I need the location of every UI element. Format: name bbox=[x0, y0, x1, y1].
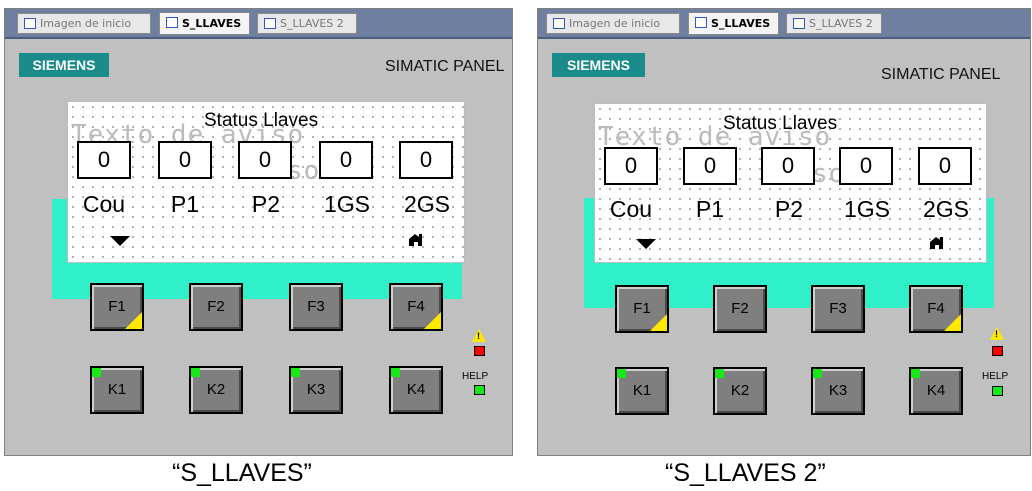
hmi-window-s-llaves: Imagen de inicio S_LLAVES S_LLAVES 2 SIE… bbox=[4, 8, 513, 456]
f1-button[interactable]: F1 bbox=[90, 283, 144, 331]
k1-button[interactable]: K1 bbox=[615, 367, 669, 415]
f3-button[interactable]: F3 bbox=[289, 283, 343, 331]
led-indicator bbox=[911, 369, 920, 378]
key-label-1gs: 1GS bbox=[323, 191, 371, 217]
triangle-down-icon[interactable] bbox=[636, 239, 656, 249]
key-label-p1: P1 bbox=[695, 196, 725, 222]
key-label-cou: Cou bbox=[609, 196, 653, 222]
key-value-p2: 0 bbox=[238, 141, 292, 179]
screen-icon bbox=[264, 18, 276, 29]
led-indicator bbox=[191, 368, 200, 377]
k3-button[interactable]: K3 bbox=[289, 366, 343, 414]
key-label-p2: P2 bbox=[774, 196, 804, 222]
led-indicator bbox=[291, 368, 300, 377]
f3-button[interactable]: F3 bbox=[811, 285, 865, 333]
led-indicator bbox=[391, 368, 400, 377]
triangle-down-icon[interactable] bbox=[110, 236, 130, 246]
help-label: HELP bbox=[982, 371, 1009, 382]
help-label: HELP bbox=[462, 371, 489, 382]
tab-bar: Imagen de inicio S_LLAVES S_LLAVES 2 bbox=[5, 9, 512, 39]
corner-marker bbox=[650, 314, 667, 331]
led-indicator bbox=[617, 369, 626, 378]
screen-icon bbox=[695, 17, 707, 28]
key-value-cou: 0 bbox=[604, 147, 658, 185]
k4-button[interactable]: K4 bbox=[909, 367, 963, 415]
key-label-2gs: 2GS bbox=[922, 196, 970, 222]
k3-button[interactable]: K3 bbox=[811, 367, 865, 415]
tab-s-llaves-2[interactable]: S_LLAVES 2 bbox=[257, 13, 357, 34]
screen-icon bbox=[793, 18, 805, 29]
f1-button[interactable]: F1 bbox=[615, 285, 669, 333]
key-label-1gs: 1GS bbox=[843, 196, 891, 222]
house-icon[interactable] bbox=[408, 233, 424, 247]
key-value-p2: 0 bbox=[761, 147, 815, 185]
key-label-cou: Cou bbox=[82, 191, 126, 217]
screen-icon bbox=[553, 18, 565, 29]
caption-left: “S_LLAVES” bbox=[172, 459, 312, 487]
key-label-2gs: 2GS bbox=[403, 191, 451, 217]
help-led[interactable] bbox=[474, 385, 485, 395]
hmi-window-s-llaves-2: Imagen de inicio S_LLAVES S_LLAVES 2 SIE… bbox=[537, 8, 1031, 456]
corner-marker bbox=[944, 314, 961, 331]
tab-bar: Imagen de inicio S_LLAVES S_LLAVES 2 bbox=[538, 9, 1030, 39]
f4-button[interactable]: F4 bbox=[389, 283, 443, 331]
caption-right: “S_LLAVES 2” bbox=[665, 459, 826, 487]
key-value-2gs: 0 bbox=[918, 147, 972, 185]
led-indicator bbox=[715, 369, 724, 378]
tab-s-llaves[interactable]: S_LLAVES bbox=[688, 12, 779, 35]
key-label-p1: P1 bbox=[170, 191, 200, 217]
screen-title: Status Llaves bbox=[204, 110, 319, 131]
help-led[interactable] bbox=[992, 386, 1003, 396]
key-value-p1: 0 bbox=[683, 147, 737, 185]
led-indicator bbox=[813, 369, 822, 378]
siemens-logo: SIEMENS bbox=[552, 53, 645, 77]
k2-button[interactable]: K2 bbox=[713, 367, 767, 415]
screen-icon bbox=[24, 18, 36, 29]
key-value-1gs: 0 bbox=[839, 147, 893, 185]
led-indicator bbox=[92, 368, 101, 377]
screen-title: Status Llaves bbox=[723, 113, 838, 134]
brand-label: SIMATIC PANEL bbox=[385, 58, 505, 75]
warning-mark: ! bbox=[477, 331, 480, 341]
k4-button[interactable]: K4 bbox=[389, 366, 443, 414]
house-icon[interactable] bbox=[929, 236, 945, 250]
f2-button[interactable]: F2 bbox=[189, 283, 243, 331]
tab-s-llaves-2[interactable]: S_LLAVES 2 bbox=[786, 13, 882, 34]
f2-button[interactable]: F2 bbox=[713, 285, 767, 333]
key-value-1gs: 0 bbox=[319, 141, 373, 179]
tab-s-llaves[interactable]: S_LLAVES bbox=[159, 12, 250, 35]
key-label-p2: P2 bbox=[251, 191, 281, 217]
screen-icon bbox=[166, 17, 178, 28]
corner-marker bbox=[424, 312, 441, 329]
k2-button[interactable]: K2 bbox=[189, 366, 243, 414]
tab-imagen-de-inicio[interactable]: Imagen de inicio bbox=[546, 13, 680, 34]
corner-marker bbox=[125, 312, 142, 329]
brand-label: SIMATIC PANEL bbox=[881, 66, 1001, 83]
key-value-2gs: 0 bbox=[399, 141, 453, 179]
key-value-p1: 0 bbox=[158, 141, 212, 179]
f4-button[interactable]: F4 bbox=[909, 285, 963, 333]
alarm-led bbox=[474, 346, 485, 356]
tab-imagen-de-inicio[interactable]: Imagen de inicio bbox=[17, 13, 151, 34]
key-value-cou: 0 bbox=[77, 141, 131, 179]
siemens-logo: SIEMENS bbox=[19, 53, 109, 77]
alarm-led bbox=[992, 346, 1003, 356]
k1-button[interactable]: K1 bbox=[90, 366, 144, 414]
warning-mark: ! bbox=[995, 329, 998, 339]
